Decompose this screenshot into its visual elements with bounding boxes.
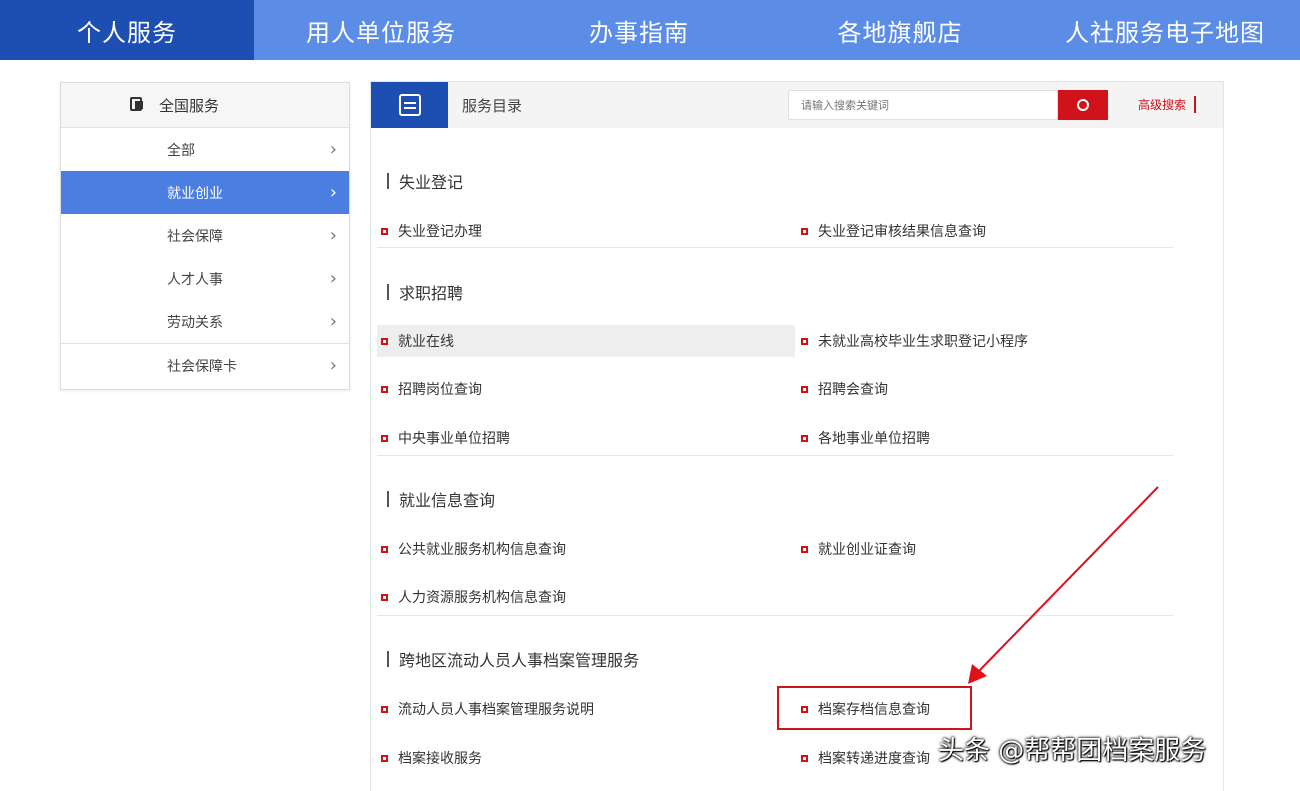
annotation-arrow-icon — [968, 486, 1159, 684]
watermark: 头条 @帮帮团档案服务 — [938, 736, 1207, 766]
